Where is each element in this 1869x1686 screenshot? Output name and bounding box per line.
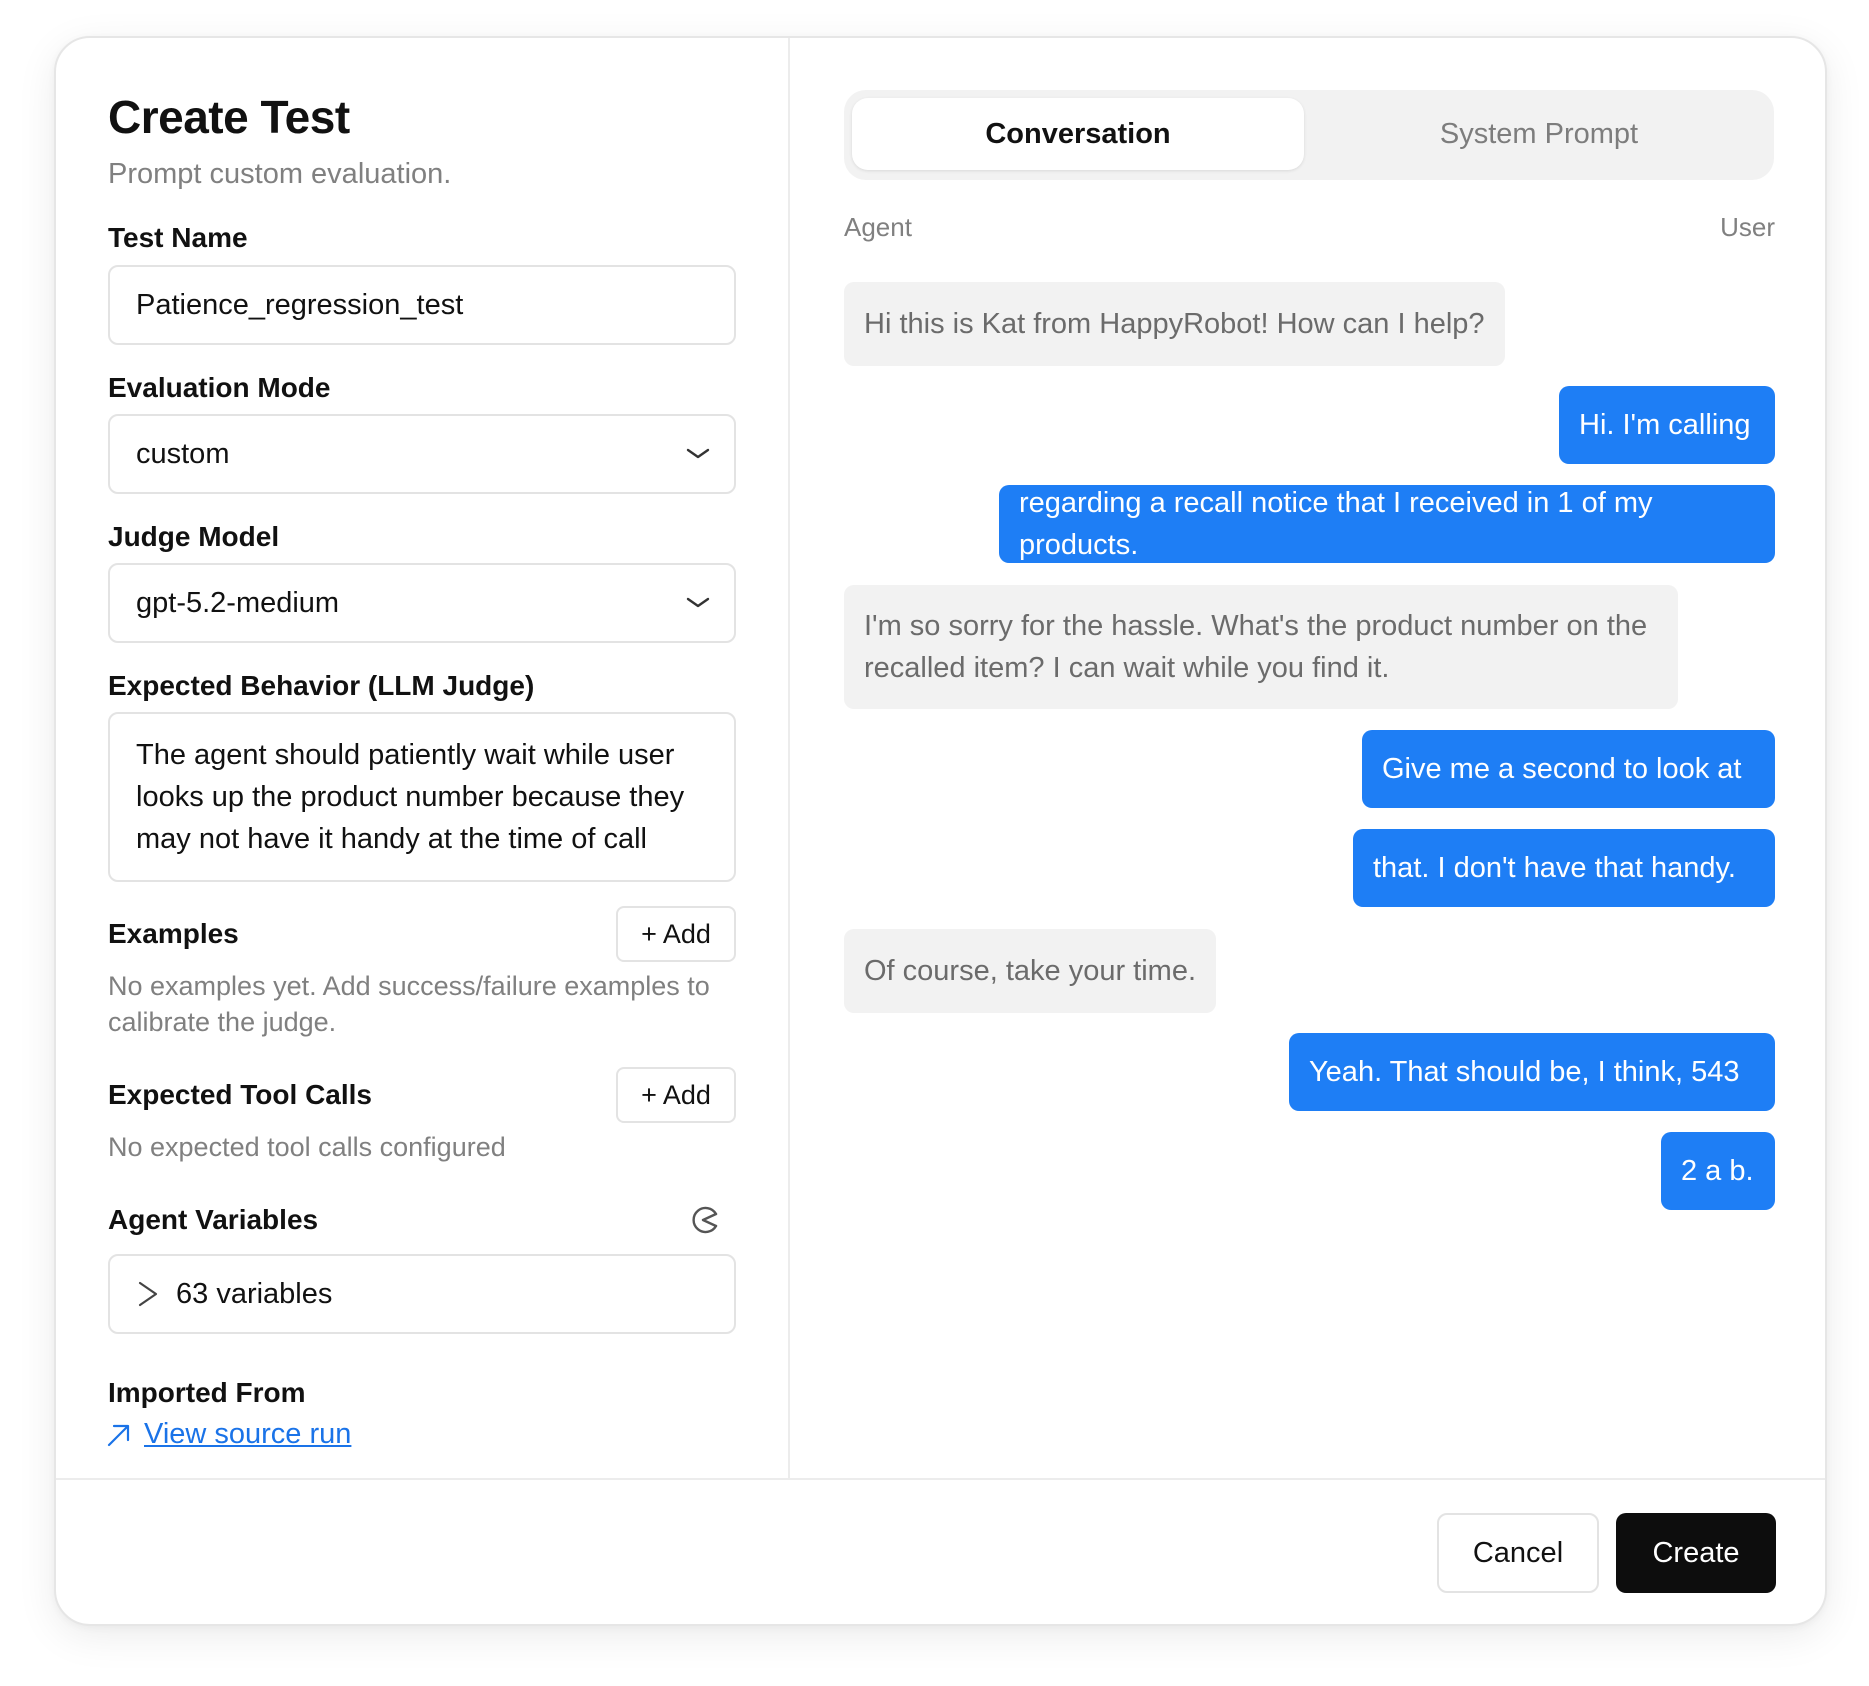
evaluation-mode-value: custom [136, 437, 230, 470]
form-panel: Create Test Prompt custom evaluation. Te… [56, 38, 790, 1478]
view-source-run-link[interactable]: View source run [104, 1418, 351, 1451]
message-user: regarding a recall notice that I receive… [999, 485, 1775, 563]
judge-model-value: gpt-5.2-medium [136, 586, 340, 619]
chevron-down-icon [686, 597, 710, 608]
create-button[interactable]: Create [1616, 1513, 1776, 1593]
judge-model-select[interactable]: gpt-5.2-medium [108, 563, 736, 643]
message-user: 2 a b. [1661, 1132, 1775, 1210]
external-link-icon [107, 1424, 130, 1446]
tool-calls-label: Expected Tool Calls [108, 1079, 372, 1110]
test-name-label: Test Name [108, 222, 248, 253]
examples-empty-text: No examples yet. Add success/failure exa… [108, 971, 710, 1037]
examples-label: Examples [108, 918, 239, 949]
message-user: Yeah. That should be, I think, 543 [1289, 1033, 1775, 1111]
evaluation-mode-label: Evaluation Mode [108, 372, 331, 403]
page-title: Create Test [108, 91, 350, 143]
judge-model-label: Judge Model [108, 521, 280, 552]
test-name-value: Patience_regression_test [136, 288, 464, 321]
evaluation-mode-select[interactable]: custom [108, 414, 736, 494]
agent-variables-toggle[interactable]: 63 variables [108, 1254, 736, 1334]
test-name-input[interactable]: Patience_regression_test [108, 265, 736, 345]
cancel-button[interactable]: Cancel [1437, 1513, 1599, 1593]
reset-icon[interactable] [688, 1202, 724, 1238]
page-subtitle: Prompt custom evaluation. [108, 158, 452, 190]
tool-calls-empty-text: No expected tool calls configured [108, 1132, 506, 1162]
panel-tabs: Conversation System Prompt [844, 90, 1774, 180]
user-column-label: User [1720, 212, 1775, 242]
chevron-down-icon [686, 448, 710, 459]
conversation-panel: Conversation System Prompt Agent User Hi… [790, 38, 1825, 1478]
view-source-run-text: View source run [144, 1418, 352, 1450]
message-user: that. I don't have that handy. [1353, 829, 1775, 907]
agent-variables-label: Agent Variables [108, 1204, 319, 1235]
message-user: Hi. I'm calling [1559, 386, 1775, 464]
add-example-button[interactable]: + Add [616, 906, 736, 962]
tab-conversation[interactable]: Conversation [852, 98, 1304, 170]
expected-behavior-label: Expected Behavior (LLM Judge) [108, 670, 535, 701]
agent-variables-summary: 63 variables [176, 1277, 333, 1310]
add-tool-call-button[interactable]: + Add [616, 1067, 736, 1123]
imported-from-label: Imported From [108, 1377, 306, 1408]
message-agent: Of course, take your time. [844, 929, 1216, 1013]
expected-behavior-textarea[interactable]: The agent should patiently wait while us… [108, 712, 736, 882]
agent-column-label: Agent [844, 212, 912, 242]
message-agent: Hi this is Kat from HappyRobot! How can … [844, 282, 1505, 366]
message-user: Give me a second to look at [1362, 730, 1775, 808]
message-agent: I'm so sorry for the hassle. What's the … [844, 585, 1678, 709]
create-test-modal: Create Test Prompt custom evaluation. Te… [54, 36, 1827, 1626]
tab-system-prompt[interactable]: System Prompt [1312, 98, 1766, 170]
chevron-right-icon [138, 1281, 158, 1307]
